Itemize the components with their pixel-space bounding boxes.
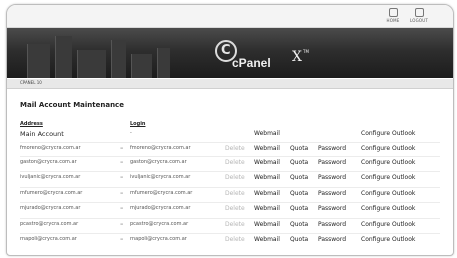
webmail-link[interactable]: Webmail: [254, 130, 280, 137]
building-silhouette: [157, 48, 170, 78]
account-address: gaston@crycra.com.ar: [20, 159, 77, 165]
account-login: mfumero@crycra.com.ar: [130, 190, 193, 196]
configure-outlook-link[interactable]: Configure Outlook: [361, 159, 415, 166]
delete-link[interactable]: Delete: [225, 145, 245, 152]
webmail-link[interactable]: Webmail: [254, 174, 280, 181]
configure-outlook-link[interactable]: Configure Outlook: [361, 190, 415, 197]
equals-sign: =: [120, 159, 124, 164]
trademark-mark: TM: [303, 49, 309, 54]
quota-link[interactable]: Quota: [290, 205, 308, 212]
account-login: gaston@crycra.com.ar: [130, 159, 187, 165]
row-divider: [20, 171, 440, 172]
account-login: pcastro@crycra.com.ar: [130, 221, 189, 227]
cpanel-logo-mark: C: [221, 43, 231, 58]
account-address: ivuljanic@crycra.com.ar: [20, 174, 81, 180]
logout-link[interactable]: LOGOUT: [409, 8, 429, 23]
home-icon: [388, 8, 398, 17]
webmail-link[interactable]: Webmail: [254, 236, 280, 243]
equals-sign: =: [120, 205, 124, 210]
equals-sign: =: [120, 221, 124, 226]
delete-link[interactable]: Delete: [225, 190, 245, 197]
account-login: ivuljanic@crycra.com.ar: [130, 174, 191, 180]
account-login: rnapoli@crycra.com.ar: [130, 236, 187, 242]
account-address: pcastro@crycra.com.ar: [20, 221, 79, 227]
browser-frame: HOME LOGOUT C cPanel X TM CPANEL 10 Mail…: [6, 4, 454, 256]
webmail-link[interactable]: Webmail: [254, 205, 280, 212]
delete-link[interactable]: Delete: [225, 159, 245, 166]
delete-link[interactable]: Delete: [225, 174, 245, 181]
configure-outlook-link[interactable]: Configure Outlook: [361, 205, 415, 212]
password-link[interactable]: Password: [318, 145, 346, 152]
cpanel-logo-text: cPanel: [232, 56, 271, 70]
building-silhouette: [27, 44, 50, 78]
cpanel-version-x: X: [292, 49, 302, 65]
account-address: mjurado@crycra.com.ar: [20, 205, 81, 211]
quota-link[interactable]: Quota: [290, 145, 308, 152]
equals-sign: =: [120, 145, 124, 150]
login-header[interactable]: Login: [130, 121, 145, 127]
quota-link[interactable]: Quota: [290, 236, 308, 243]
delete-link[interactable]: Delete: [225, 221, 245, 228]
logout-icon: [414, 8, 424, 17]
account-address: mfumero@crycra.com.ar: [20, 190, 83, 196]
equals-sign: =: [120, 174, 124, 179]
password-link[interactable]: Password: [318, 174, 346, 181]
building-silhouette: [111, 40, 126, 78]
building-silhouette: [77, 50, 106, 78]
breadcrumb-bar: CPANEL 10: [7, 79, 453, 89]
account-address: rnapoli@crycra.com.ar: [20, 236, 77, 242]
configure-outlook-link[interactable]: Configure Outlook: [361, 221, 415, 228]
logout-label: LOGOUT: [409, 18, 429, 23]
table-row: gaston@crycra.com.ar = gaston@crycra.com.a…: [7, 159, 453, 171]
table-row: mfumero@crycra.com.ar = mfumero@crycra.com…: [7, 190, 453, 202]
webmail-link[interactable]: Webmail: [254, 159, 280, 166]
row-divider: [20, 156, 440, 157]
home-label: HOME: [386, 18, 400, 23]
delete-link[interactable]: Delete: [225, 236, 245, 243]
address-header[interactable]: Address: [20, 121, 43, 127]
home-link[interactable]: HOME: [383, 8, 403, 23]
main-account-row: Main Account - Webmail Configure Outlook: [7, 130, 453, 142]
top-bar: HOME LOGOUT: [7, 5, 453, 28]
building-silhouette: [131, 54, 152, 78]
quota-link[interactable]: Quota: [290, 174, 308, 181]
webmail-link[interactable]: Webmail: [254, 190, 280, 197]
password-link[interactable]: Password: [318, 159, 346, 166]
account-address: fmoreno@crycra.com.ar: [20, 145, 81, 151]
main-account-label: Main Account: [20, 130, 64, 138]
building-silhouette: [55, 36, 72, 78]
configure-outlook-link[interactable]: Configure Outlook: [361, 145, 415, 152]
page-title: Mail Account Maintenance: [20, 101, 124, 109]
quota-link[interactable]: Quota: [290, 190, 308, 197]
password-link[interactable]: Password: [318, 205, 346, 212]
password-link[interactable]: Password: [318, 190, 346, 197]
password-link[interactable]: Password: [318, 236, 346, 243]
row-divider: [20, 187, 440, 188]
quota-link[interactable]: Quota: [290, 159, 308, 166]
configure-outlook-link[interactable]: Configure Outlook: [361, 130, 415, 137]
breadcrumb[interactable]: CPANEL 10: [20, 80, 42, 85]
row-divider: [20, 233, 440, 234]
equals-sign: =: [120, 190, 124, 195]
delete-link[interactable]: Delete: [225, 205, 245, 212]
webmail-link[interactable]: Webmail: [254, 145, 280, 152]
equals-sign: =: [120, 236, 124, 241]
row-divider: [20, 142, 440, 143]
table-row: pcastro@crycra.com.ar = pcastro@crycra.com…: [7, 221, 453, 233]
table-row: ivuljanic@crycra.com.ar = ivuljanic@crycra…: [7, 174, 453, 186]
configure-outlook-link[interactable]: Configure Outlook: [361, 236, 415, 243]
quota-link[interactable]: Quota: [290, 221, 308, 228]
account-login: fmoreno@crycra.com.ar: [130, 145, 191, 151]
table-row: mjurado@crycra.com.ar = mjurado@crycra.com…: [7, 205, 453, 217]
account-login: mjurado@crycra.com.ar: [130, 205, 191, 211]
row-divider: [20, 218, 440, 219]
password-link[interactable]: Password: [318, 221, 346, 228]
table-row: rnapoli@crycra.com.ar = rnapoli@crycra.com…: [7, 236, 453, 248]
cpanel-banner: C cPanel X TM: [7, 28, 453, 78]
configure-outlook-link[interactable]: Configure Outlook: [361, 174, 415, 181]
main-account-login: -: [130, 130, 132, 136]
webmail-link[interactable]: Webmail: [254, 221, 280, 228]
row-divider: [20, 202, 440, 203]
